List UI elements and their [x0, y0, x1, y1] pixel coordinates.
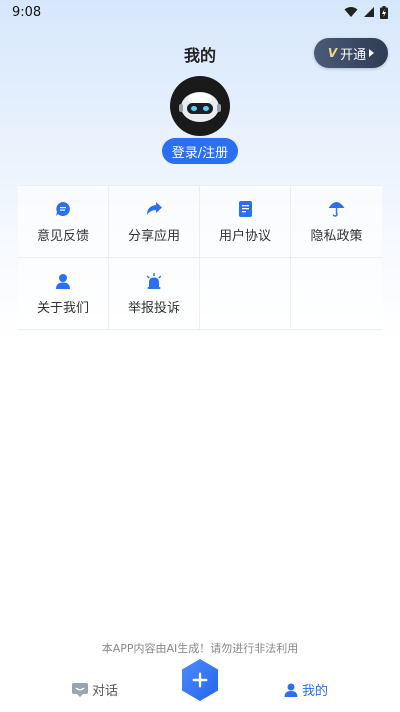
chevron-right-icon: [369, 49, 375, 57]
tab-mine-label: 我的: [302, 684, 329, 699]
menu-item-label: 关于我们: [36, 300, 89, 316]
vip-label: 开通: [340, 47, 367, 63]
menu-item-label: 隐私政策: [310, 228, 363, 244]
tab-dialog[interactable]: 对话: [72, 680, 118, 699]
signal-icon: [364, 7, 374, 17]
tab-dialog-label: 对话: [92, 684, 119, 699]
document-icon: [236, 200, 254, 218]
ai-disclaimer: 本APP内容由AI生成！请勿进行非法利用: [101, 642, 299, 655]
menu-item-report[interactable]: 举报投诉: [109, 258, 200, 330]
chat-icon: [72, 682, 88, 697]
person-icon: [284, 683, 298, 697]
umbrella-icon: [328, 200, 346, 218]
alarm-icon: [145, 272, 163, 290]
person-icon: [54, 272, 72, 290]
robot-avatar-icon: [179, 92, 221, 122]
menu-item-label: 举报投诉: [127, 300, 180, 316]
vip-open-button[interactable]: V 开通: [314, 38, 388, 68]
menu-item-about-us[interactable]: 关于我们: [18, 258, 109, 330]
menu-item-label: 分享应用: [127, 228, 180, 244]
login-register-button[interactable]: 登录/注册: [162, 138, 238, 164]
menu-grid: 意见反馈 分享应用 用户协议 隐私政策 关于我们 举报投诉: [18, 185, 382, 330]
feedback-icon: [54, 200, 72, 218]
vip-icon: V: [327, 46, 338, 60]
plus-icon: [182, 659, 218, 701]
menu-empty-cell: [291, 258, 382, 330]
avatar[interactable]: [170, 76, 230, 136]
add-button[interactable]: [180, 658, 220, 702]
menu-empty-cell: [200, 258, 291, 330]
menu-item-label: 用户协议: [218, 228, 271, 244]
menu-item-user-agreement[interactable]: 用户协议: [200, 186, 291, 258]
menu-item-label: 意见反馈: [36, 228, 89, 244]
tab-mine[interactable]: 我的: [284, 680, 328, 699]
status-bar: 9:08: [0, 0, 400, 24]
menu-item-feedback[interactable]: 意见反馈: [18, 186, 109, 258]
status-icons: [344, 5, 388, 19]
status-time: 9:08: [12, 4, 42, 20]
battery-icon: [380, 5, 388, 19]
share-icon: [145, 200, 163, 218]
menu-item-share[interactable]: 分享应用: [109, 186, 200, 258]
menu-item-privacy-policy[interactable]: 隐私政策: [291, 186, 382, 258]
wifi-icon: [344, 7, 358, 17]
